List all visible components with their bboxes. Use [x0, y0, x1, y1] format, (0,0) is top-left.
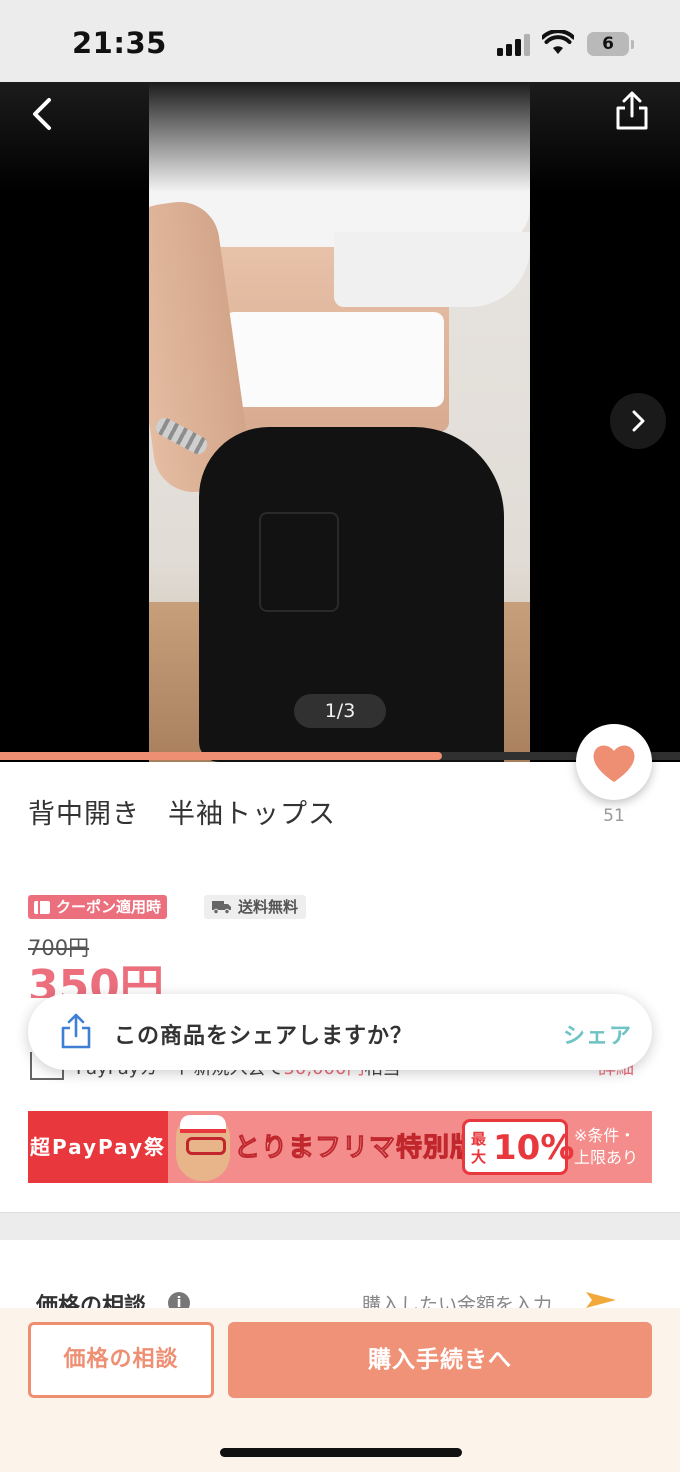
price-negotiation-row[interactable]: 価格の相談 i 購入したい金額を入力 — [36, 1282, 646, 1308]
status-bar: 21:35 6 — [0, 0, 680, 82]
truck-icon — [212, 901, 231, 914]
banner-note: ※条件・ 上限あり — [574, 1126, 639, 1167]
share-prompt-message: この商品をシェアしますか？ — [114, 1024, 414, 1049]
share-icon[interactable] — [610, 90, 654, 134]
free-shipping-label: 送料無料 — [238, 898, 299, 916]
arrow-icon — [586, 1292, 616, 1308]
back-icon[interactable] — [24, 94, 64, 134]
banner-discount-badge: 最大 10% — [462, 1119, 574, 1175]
wifi-icon — [542, 30, 574, 54]
next-image-button[interactable] — [610, 393, 666, 449]
share-prompt-toast[interactable]: この商品をシェアしますか？ シェア — [28, 994, 652, 1070]
share-action-button[interactable]: シェア — [563, 1018, 632, 1050]
original-price: 700円 — [28, 936, 90, 960]
coupon-icon — [34, 900, 50, 914]
battery-tip — [631, 40, 634, 49]
coupon-tag: クーポン適用時 — [28, 895, 168, 919]
price-negotiation-hint: 購入したい金額を入力 — [362, 1294, 553, 1308]
banner-character-image — [176, 1115, 230, 1181]
coupon-tag-label: クーポン適用時 — [56, 898, 162, 916]
product-title: 背中開き 半袖トップス — [28, 799, 336, 830]
chevron-right-icon — [632, 410, 645, 432]
bottom-action-bar: 価格の相談 購入手続きへ — [0, 1308, 680, 1472]
negotiate-price-button[interactable]: 価格の相談 — [28, 1322, 214, 1398]
banner-max-label: 最大 — [471, 1130, 487, 1166]
heart-icon — [593, 745, 635, 782]
cellular-signal-icon — [497, 34, 531, 56]
image-progress-fill — [0, 752, 442, 760]
purchase-button[interactable]: 購入手続きへ — [228, 1322, 652, 1398]
home-indicator — [220, 1448, 462, 1457]
banner-title: とりまフリマ特別版 — [233, 1133, 478, 1164]
free-shipping-tag: 送料無料 — [204, 895, 307, 919]
price-negotiation-label: 価格の相談 — [36, 1294, 147, 1308]
status-time: 21:35 — [72, 26, 167, 60]
banner-campaign-logo: 超PayPay祭 — [28, 1111, 168, 1183]
like-count: 51 — [603, 806, 625, 826]
info-icon[interactable]: i — [168, 1292, 190, 1308]
upload-icon — [61, 1013, 91, 1049]
battery-icon: 6 — [587, 32, 629, 56]
section-divider — [0, 1212, 680, 1240]
like-button[interactable] — [576, 724, 652, 800]
page-indicator: 1/3 — [294, 694, 386, 728]
banner-discount-value: 10% — [493, 1128, 575, 1168]
campaign-banner[interactable]: 超PayPay祭 とりまフリマ特別版 最大 10% ※条件・ 上限あり — [28, 1111, 652, 1183]
current-price: 350円 — [28, 962, 164, 998]
product-image-viewer[interactable]: 1/3 — [0, 82, 680, 762]
